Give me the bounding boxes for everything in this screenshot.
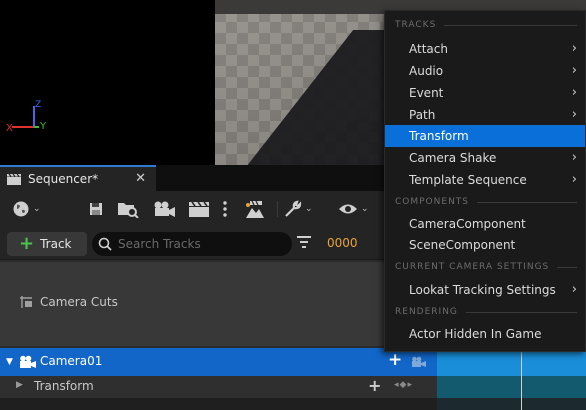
eye-icon xyxy=(339,204,357,214)
view-options-button[interactable]: ⌄ xyxy=(338,199,369,219)
render-movie-button[interactable] xyxy=(244,199,266,219)
menu-item-label: SceneComponent xyxy=(409,238,516,252)
add-key-button[interactable]: + xyxy=(368,376,381,395)
chevron-right-icon: › xyxy=(571,63,577,78)
menu-item-label: Event xyxy=(409,86,444,100)
track-area-bottom xyxy=(0,398,586,410)
toolbar-divider xyxy=(277,201,278,217)
chevron-right-icon: › xyxy=(571,85,577,100)
timeline-bottom xyxy=(437,398,586,410)
find-in-browser-icon xyxy=(118,203,139,218)
clapperboard-icon xyxy=(7,173,21,185)
plus-icon: + xyxy=(19,233,35,254)
menu-section-components: COMPONENTS xyxy=(395,197,577,207)
more-icon xyxy=(223,201,227,217)
camera-lock-icon[interactable] xyxy=(411,356,427,368)
render-movie-icon xyxy=(246,200,264,218)
menu-item-template-sequence[interactable]: Template Sequence › xyxy=(385,169,585,191)
camera-track-label: Camera01 xyxy=(40,354,103,368)
find-in-browser-button[interactable] xyxy=(117,199,139,219)
wrench-icon xyxy=(285,200,302,217)
menu-item-transform[interactable]: Transform xyxy=(385,125,585,147)
search-icon xyxy=(98,237,112,251)
chevron-down-icon: ⌄ xyxy=(305,204,313,214)
more-options-button[interactable] xyxy=(222,199,228,219)
expand-arrow-icon[interactable]: ▶ xyxy=(16,380,23,390)
menu-item-label: Lookat Tracking Settings xyxy=(409,283,556,297)
camera-cuts-label: Camera Cuts xyxy=(40,295,118,309)
chevron-right-icon: › xyxy=(571,172,577,187)
menu-section-label: RENDERING xyxy=(395,307,458,317)
filter-icon[interactable] xyxy=(297,236,311,248)
clapperboard-icon xyxy=(189,201,209,217)
menu-section-tracks: TRACKS xyxy=(395,20,577,30)
chevron-right-icon: › xyxy=(571,107,577,122)
camera-cuts-icon xyxy=(20,296,32,308)
menu-item-actor-hidden[interactable]: Actor Hidden In Game xyxy=(385,323,585,345)
add-subtrack-button[interactable]: + xyxy=(388,350,402,370)
menu-item-scene-component[interactable]: SceneComponent xyxy=(385,234,585,256)
key-navigation-icon[interactable]: ◂◆▸ xyxy=(394,380,413,390)
menu-item-path[interactable]: Path › xyxy=(385,104,585,126)
camera-icon xyxy=(154,201,175,217)
world-icon xyxy=(13,201,29,217)
camera-section-bar[interactable] xyxy=(437,348,586,376)
tab-label: Sequencer* xyxy=(28,172,99,186)
menu-item-label: Attach xyxy=(409,42,448,56)
camera-track-row[interactable]: ▼ Camera01 + xyxy=(0,348,586,376)
menu-item-event[interactable]: Event › xyxy=(385,82,585,104)
menu-item-camera-component[interactable]: CameraComponent xyxy=(385,213,585,235)
search-input[interactable] xyxy=(118,237,278,251)
menu-item-label: Template Sequence xyxy=(409,173,527,187)
save-icon xyxy=(90,203,102,215)
close-icon[interactable]: ✕ xyxy=(135,171,146,186)
chevron-down-icon: ⌄ xyxy=(361,204,369,214)
save-button[interactable] xyxy=(88,199,104,219)
menu-item-audio[interactable]: Audio › xyxy=(385,60,585,82)
current-frame-display[interactable]: 0000 xyxy=(327,236,358,250)
chevron-right-icon: › xyxy=(571,282,577,297)
chevron-down-icon: ⌄ xyxy=(33,204,41,214)
menu-item-label: Camera Shake xyxy=(409,151,497,165)
add-track-context-menu: TRACKS Attach › Audio › Event › Path › Trans… xyxy=(384,10,586,352)
menu-item-lookat-tracking[interactable]: Lookat Tracking Settings › xyxy=(385,279,585,301)
axis-z-label: Z xyxy=(35,100,41,110)
tab-sequencer[interactable]: Sequencer* ✕ xyxy=(0,165,156,191)
add-track-button[interactable]: + Track xyxy=(7,232,87,256)
add-track-label: Track xyxy=(40,237,72,251)
collapse-arrow-icon[interactable]: ▼ xyxy=(6,357,13,367)
menu-section-label: CURRENT CAMERA SETTINGS xyxy=(395,262,550,272)
transform-section-bar[interactable] xyxy=(437,376,586,398)
tools-menu-button[interactable]: ⌄ xyxy=(284,199,313,219)
menu-section-rendering: RENDERING xyxy=(395,307,577,317)
axis-gizmo-icon: X Y Z xyxy=(6,100,47,134)
transform-track-row[interactable]: ▶ Transform + ◂◆▸ xyxy=(0,376,586,398)
camera-actor-icon xyxy=(20,355,36,368)
world-button[interactable]: ⌄ xyxy=(12,199,41,219)
menu-item-label: Path xyxy=(409,108,436,122)
menu-item-label: Audio xyxy=(409,64,444,78)
menu-section-label: COMPONENTS xyxy=(395,197,470,207)
clapperboard-button[interactable] xyxy=(188,199,210,219)
transform-track-label: Transform xyxy=(34,379,94,393)
menu-item-camera-shake[interactable]: Camera Shake › xyxy=(385,147,585,169)
menu-item-attach[interactable]: Attach › xyxy=(385,38,585,60)
chevron-right-icon: › xyxy=(571,150,577,165)
menu-item-label: CameraComponent xyxy=(409,217,526,231)
menu-item-label: Actor Hidden In Game xyxy=(409,327,542,341)
menu-item-label: Transform xyxy=(409,129,469,143)
playhead-line[interactable] xyxy=(521,348,522,410)
search-tracks-box[interactable] xyxy=(92,232,292,256)
menu-section-label: TRACKS xyxy=(395,20,437,30)
axis-x-label: X xyxy=(6,123,13,134)
camera-button[interactable] xyxy=(153,199,177,219)
axis-y-label: Y xyxy=(39,121,47,132)
chevron-right-icon: › xyxy=(571,41,577,56)
menu-section-camera-settings: CURRENT CAMERA SETTINGS xyxy=(395,262,577,272)
